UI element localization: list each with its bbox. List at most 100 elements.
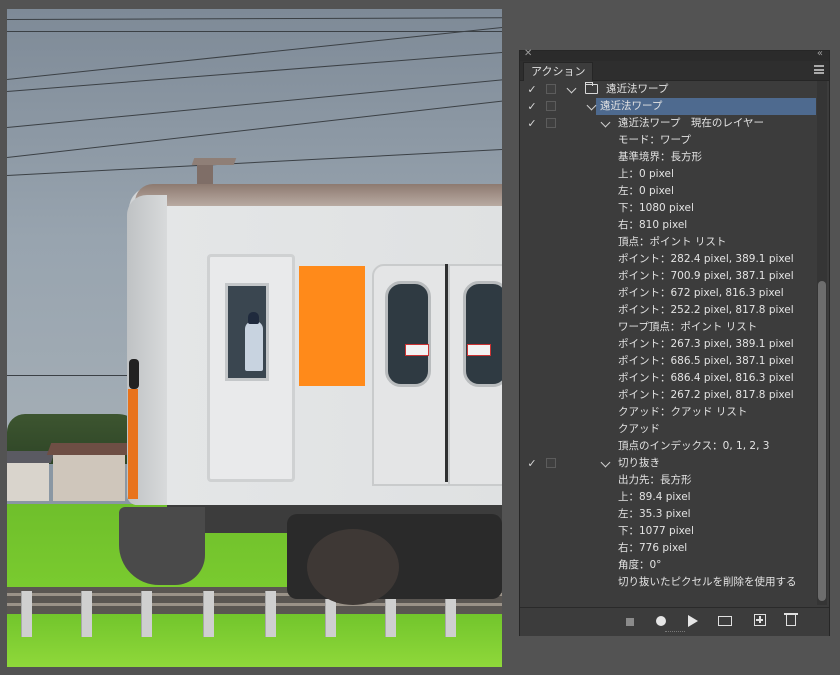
action-label: 左：35.3 pixel [618,508,691,520]
dialog-toggle-box[interactable] [546,84,556,94]
action-row[interactable]: 左：35.3 pixel [520,506,816,523]
action-label: ポイント：267.3 pixel, 389.1 pixel [618,338,794,350]
action-row[interactable]: 左：0 pixel [520,183,816,200]
chevron-down-icon[interactable] [600,457,611,468]
checkmark-icon[interactable]: ✓ [526,115,538,132]
action-label: クアッド：クアッド リスト [618,406,748,418]
action-row[interactable]: 下：1077 pixel [520,523,816,540]
pantograph [191,152,237,188]
action-row[interactable]: ✓ 遠近法ワープ [520,98,816,115]
checkmark-icon[interactable]: ✓ [526,98,538,115]
chevron-down-icon[interactable] [586,100,597,111]
tab-actions[interactable]: アクション [523,62,594,81]
action-row[interactable]: ポイント：282.4 pixel, 389.1 pixel [520,251,816,268]
action-label: 右：810 pixel [618,219,688,231]
new-action-icon[interactable] [754,614,766,626]
dialog-toggle-box[interactable] [546,458,556,468]
action-row[interactable]: ✓ 遠近法ワープ 現在のレイヤー [520,115,816,132]
action-label: クアッド [618,423,660,435]
conductor-cap [248,312,259,324]
action-row[interactable]: 頂点：ポイント リスト [520,234,816,251]
action-label: ワープ頂点：ポイント リスト [618,321,758,333]
action-row[interactable]: ポイント：700.9 pixel, 387.1 pixel [520,268,816,285]
action-row[interactable]: 右：776 pixel [520,540,816,557]
chevron-down-icon[interactable] [566,83,577,94]
action-row[interactable]: モード：ワープ [520,132,816,149]
action-row[interactable]: 上：89.4 pixel [520,489,816,506]
house [46,443,132,501]
dialog-toggle-box[interactable] [546,118,556,128]
resize-grip[interactable] [665,631,685,635]
door-window [463,281,502,387]
document-canvas[interactable] [7,9,502,667]
checkmark-icon[interactable]: ✓ [526,455,538,472]
action-label: 出力先：長方形 [618,474,692,486]
close-icon[interactable]: ✕ [524,48,532,59]
action-row[interactable]: ポイント：686.5 pixel, 387.1 pixel [520,353,816,370]
action-label: 上：89.4 pixel [618,491,691,503]
action-label: 左：0 pixel [618,185,674,197]
panel-menu-icon[interactable] [814,65,824,74]
action-label: 頂点：ポイント リスト [618,236,727,248]
action-row[interactable]: 右：810 pixel [520,217,816,234]
action-row[interactable]: ポイント：686.4 pixel, 816.3 pixel [520,370,816,387]
stop-icon[interactable] [626,618,634,626]
action-label: 下：1077 pixel [618,525,694,537]
action-label: 遠近法ワープ 現在のレイヤー [618,117,765,129]
coupler-skirt [119,507,205,585]
house [7,451,56,501]
collapse-icon[interactable]: « [817,48,823,59]
action-row[interactable]: クアッド [520,421,816,438]
trash-icon[interactable] [784,613,798,626]
action-row[interactable]: ✓ 切り抜き [520,455,816,472]
train-roof [135,184,502,206]
door-gap [445,264,448,482]
action-row[interactable]: クアッド：クアッド リスト [520,404,816,421]
door-sticker [405,344,429,356]
overhead-wire [7,31,502,33]
action-label: 基準境界：長方形 [618,151,702,163]
folder-icon[interactable] [718,616,732,626]
action-row[interactable]: ポイント：267.2 pixel, 817.8 pixel [520,387,816,404]
action-row[interactable]: 下：1080 pixel [520,200,816,217]
action-label: ポイント：252.2 pixel, 817.8 pixel [618,304,794,316]
action-row[interactable]: ポイント：267.3 pixel, 389.1 pixel [520,336,816,353]
actions-panel: ✕ « アクション ✓ 遠近法ワープ ✓ 遠近法ワープ ✓ 遠近法ワープ 現在のレイヤーモ… [519,48,830,636]
action-list: ✓ 遠近法ワープ ✓ 遠近法ワープ ✓ 遠近法ワープ 現在のレイヤー モード：ワープ 基準境界… [520,81,816,605]
orange-panel [299,266,365,386]
action-row[interactable]: ✓ 遠近法ワープ [520,81,816,98]
dialog-toggle-box[interactable] [546,101,556,111]
action-row[interactable]: 上：0 pixel [520,166,816,183]
action-label: ポイント：267.2 pixel, 817.8 pixel [618,389,794,401]
action-label: 切り抜き [618,457,660,469]
action-label: 頂点のインデックス：0, 1, 2, 3 [618,440,770,452]
chevron-down-icon[interactable] [600,117,611,128]
action-row[interactable]: 頂点のインデックス：0, 1, 2, 3 [520,438,816,455]
action-row[interactable]: ワープ頂点：ポイント リスト [520,319,816,336]
action-label: 右：776 pixel [618,542,688,554]
folder-icon [585,82,598,94]
action-row[interactable]: 角度：0° [520,557,816,574]
conductor [245,321,263,371]
action-label: 上：0 pixel [618,168,674,180]
action-label: ポイント：672 pixel, 816.3 pixel [618,287,784,299]
action-row[interactable]: 出力先：長方形 [520,472,816,489]
action-row[interactable]: 切り抜いたピクセルを削除を使用する [520,574,816,591]
action-row[interactable]: 基準境界：長方形 [520,149,816,166]
door-sticker [467,344,491,356]
action-label: ポイント：700.9 pixel, 387.1 pixel [618,270,794,282]
action-row[interactable]: ポイント：672 pixel, 816.3 pixel [520,285,816,302]
action-label: 角度：0° [618,559,662,571]
action-row[interactable]: ポイント：252.2 pixel, 817.8 pixel [520,302,816,319]
panel-header[interactable]: ✕ « [520,48,829,61]
checkmark-icon[interactable]: ✓ [526,81,538,98]
record-icon[interactable] [656,616,666,626]
action-label: ポイント：282.4 pixel, 389.1 pixel [618,253,794,265]
action-label: ポイント：686.4 pixel, 816.3 pixel [618,372,794,384]
action-label: モード：ワープ [618,134,691,146]
fence-post [141,591,152,637]
wheel [307,529,399,605]
fence-post [203,591,214,637]
scrollbar-thumb[interactable] [818,281,826,601]
play-icon[interactable] [688,615,698,627]
